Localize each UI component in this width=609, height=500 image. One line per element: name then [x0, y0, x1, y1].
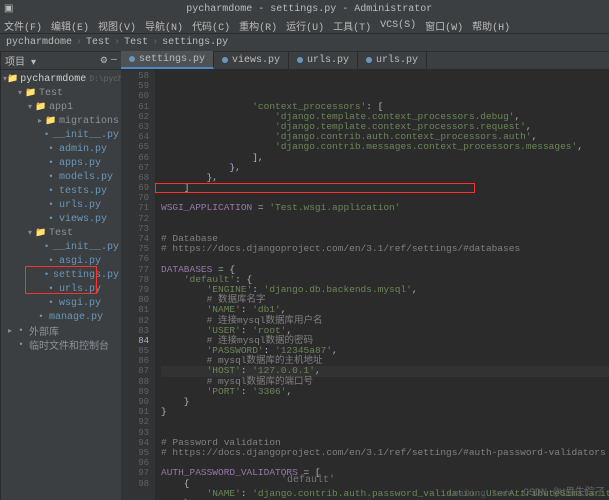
tree-node[interactable]: •models.py [1, 170, 121, 184]
menu-item[interactable]: 窗口(W) [425, 18, 463, 34]
code-editor[interactable]: 'context_processors': [ 'django.template… [155, 70, 609, 500]
editor-tab[interactable]: urls.py [358, 51, 427, 69]
tree-node[interactable]: •wsgi.py [1, 296, 121, 310]
tree-node[interactable]: ▾📁Test [1, 86, 121, 100]
tree-node[interactable]: •views.py [1, 212, 121, 226]
tree-node[interactable]: •urls.py [1, 198, 121, 212]
tree-node[interactable]: •settings.py [1, 268, 121, 282]
code-line[interactable]: AUTH_PASSWORD_VALIDATORS = [ [161, 468, 609, 478]
editor-tab[interactable]: urls.py [289, 51, 358, 69]
menu-item[interactable]: 编辑(E) [51, 18, 89, 34]
project-label: 项目 ▾ [5, 53, 36, 69]
tree-node[interactable]: •tests.py [1, 184, 121, 198]
watermark: CSDN @U盘失踪了 [523, 483, 605, 499]
code-line[interactable]: # https://docs.djangoproject.com/en/3.1/… [161, 244, 609, 254]
breadcrumb-item[interactable]: Test [124, 37, 148, 48]
file-icon [129, 56, 135, 62]
code-line[interactable]: } [161, 407, 609, 417]
tree-node[interactable]: •临时文件和控制台 [1, 338, 121, 352]
menu-item[interactable]: 工具(T) [333, 18, 371, 34]
code-line[interactable]: # https://docs.djangoproject.com/en/3.1/… [161, 448, 609, 458]
gear-icon[interactable]: ⚙ [100, 56, 108, 66]
breadcrumb-item[interactable]: pycharmdome [6, 37, 72, 48]
tree-node[interactable]: •apps.py [1, 156, 121, 170]
tree-node[interactable]: •__init__.py [1, 128, 121, 142]
sidebar-header[interactable]: 项目 ▾ ⚙ — [1, 52, 121, 70]
editor-area: settings.pyviews.pyurls.pyurls.py 585960… [121, 52, 609, 500]
menu-item[interactable]: 代码(C) [192, 18, 230, 34]
title-bar: ▣ pycharmdome - settings.py - Administra… [0, 0, 609, 18]
code-line[interactable] [161, 214, 609, 224]
file-icon [297, 57, 303, 63]
tree-node[interactable]: •manage.py [1, 310, 121, 324]
breadcrumb-file[interactable]: settings.py [162, 37, 228, 48]
code-line[interactable] [161, 417, 609, 427]
collapse-icon[interactable]: — [111, 55, 117, 66]
menu-item[interactable]: 重构(R) [239, 18, 277, 34]
tree-node[interactable]: ▾📁Test [1, 226, 121, 240]
breadcrumb-item[interactable]: Test [86, 37, 110, 48]
project-tree[interactable]: ▾📁 pycharmdome D:\pycharmdome ▾📁Test▾📁ap… [1, 70, 121, 500]
tree-node[interactable]: ▾📁app1 [1, 100, 121, 114]
menu-item[interactable]: 视图(V) [98, 18, 136, 34]
menu-item[interactable]: 运行(U) [286, 18, 324, 34]
code-line[interactable]: ] [161, 183, 609, 193]
tree-node[interactable]: •admin.py [1, 142, 121, 156]
line-gutter[interactable]: 5859606162636465666768697071727374757677… [121, 70, 155, 500]
app-icon: ▣ [4, 3, 13, 15]
code-line[interactable]: WSGI_APPLICATION = 'Test.wsgi.applicatio… [161, 203, 609, 213]
tree-node[interactable]: •__init__.py [1, 240, 121, 254]
menu-item[interactable]: 导航(N) [145, 18, 183, 34]
menu-item[interactable]: 帮助(H) [472, 18, 510, 34]
editor-tab[interactable]: settings.py [121, 51, 214, 69]
code-line[interactable]: 'PORT': '3306', [161, 387, 609, 397]
menu-item[interactable]: VCS(S) [380, 20, 416, 31]
tree-node[interactable]: •urls.py [1, 282, 121, 296]
tree-node[interactable]: ▸📁migrations [1, 114, 121, 128]
file-icon [366, 57, 372, 63]
editor-tab[interactable]: views.py [214, 51, 289, 69]
editor-tabs: settings.pyviews.pyurls.pyurls.py [121, 52, 609, 70]
tree-node[interactable]: ▸•外部库 [1, 324, 121, 338]
menu-item[interactable]: 文件(F) [4, 18, 42, 34]
file-icon [222, 57, 228, 63]
code-line[interactable]: } [161, 397, 609, 407]
breadcrumb: pycharmdome› Test› Test› settings.py [0, 34, 609, 52]
code-line[interactable] [161, 224, 609, 234]
project-sidebar: 项目 ▾ ⚙ — ▾📁 pycharmdome D:\pycharmdome ▾… [1, 52, 121, 500]
code-line[interactable]: }, [161, 173, 609, 183]
tree-node[interactable]: •asgi.py [1, 254, 121, 268]
loading-indicator: Loading Inde... [448, 489, 529, 499]
window-title: pycharmdome - settings.py - Administrato… [13, 4, 605, 15]
menu-bar: 文件(F) 编辑(E) 视图(V) 导航(N) 代码(C) 重构(R) 运行(U) 工具(T)… [0, 18, 609, 34]
breadcrumb-status: 'default' [281, 475, 335, 486]
code-line[interactable]: }, [161, 163, 609, 173]
